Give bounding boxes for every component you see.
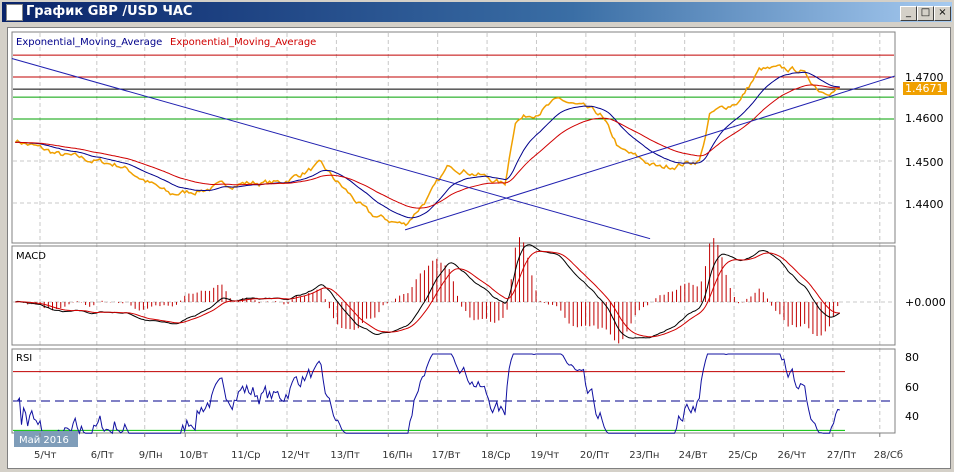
rsi-tick: 40: [905, 410, 919, 423]
period-label: Май 2016: [19, 435, 69, 446]
price-tick: 1.4400: [905, 198, 944, 211]
trend-line: [404, 75, 895, 231]
x-axis-label: 16/Пн: [382, 450, 412, 461]
rsi-tick: 80: [905, 351, 919, 364]
macd-label: MACD: [16, 251, 46, 262]
x-axis-label: 11/Ср: [231, 450, 260, 461]
current-price: 1.4671: [905, 82, 944, 95]
price-tick: 1.4500: [905, 156, 944, 169]
ema2-legend: Exponential_Moving_Average: [170, 37, 316, 48]
x-axis-label: 26/Чт: [777, 450, 806, 461]
x-axis-label: 6/Пт: [91, 450, 114, 461]
macd-zero-label: +0.000: [905, 296, 946, 309]
rsi-tick: 60: [905, 381, 919, 394]
x-axis-label: 18/Ср: [481, 450, 510, 461]
rsi-line: [15, 353, 840, 435]
ema2-line: [15, 84, 840, 209]
x-axis-label: 9/Пн: [139, 450, 163, 461]
macd-signal-line: [15, 250, 840, 338]
x-axis-label: 23/Пн: [629, 450, 659, 461]
x-axis-label: 13/Пт: [330, 450, 360, 461]
x-axis-label: 10/Вт: [179, 450, 208, 461]
x-axis-label: 20/Пт: [580, 450, 610, 461]
x-axis-label: 27/Пт: [827, 450, 857, 461]
x-axis-label: 25/Ср: [728, 450, 757, 461]
x-axis-label: 24/Вт: [679, 450, 708, 461]
macd-line: [15, 244, 841, 339]
price-tick: 1.4600: [905, 112, 944, 125]
ema1-legend: Exponential_Moving_Average: [16, 37, 162, 48]
x-axis-label: 5/Чт: [34, 450, 57, 461]
x-axis-label: 28/Сб: [874, 450, 903, 461]
x-axis-label: 19/Чт: [530, 450, 559, 461]
chart-window: График GBP /USD ЧАС _ □ × Exponential_Mo…: [0, 0, 954, 472]
x-axis-label: 12/Чт: [281, 450, 310, 461]
chart-canvas[interactable]: Exponential_Moving_Average Exponential_M…: [0, 0, 954, 472]
trend-line: [11, 58, 651, 240]
x-axis-label: 17/Вт: [432, 450, 461, 461]
rsi-label: RSI: [16, 353, 32, 364]
